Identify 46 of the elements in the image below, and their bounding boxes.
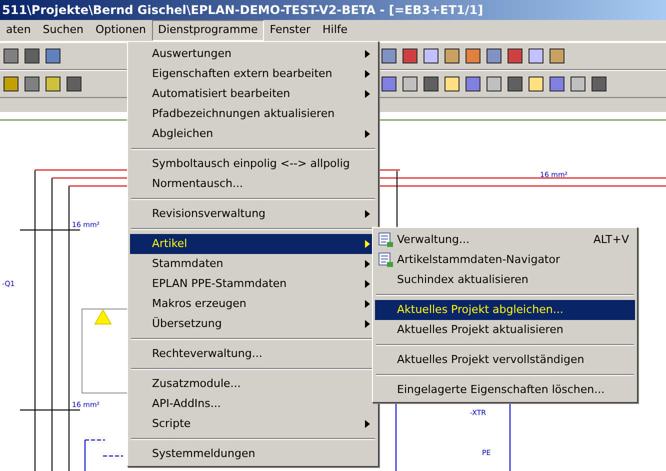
- menu-item[interactable]: API-AddIns...: [130, 394, 376, 414]
- menu-item[interactable]: Systemmeldungen: [130, 444, 376, 464]
- menu-bar-item[interactable]: Dienstprogramme: [152, 20, 264, 41]
- menu-bar-item[interactable]: Suchen: [36, 20, 90, 41]
- window-title: 511\Projekte\Bernd Gischel\EPLAN-DEMO-TEST-V2-BETA - [=EB3+ET1/1]: [0, 0, 666, 20]
- menu-item[interactable]: Rechteverwaltung...: [130, 344, 376, 364]
- menu-item[interactable]: Aktuelles Projekt vervollständigen: [375, 350, 635, 370]
- menu-item[interactable]: Auswertungen: [130, 44, 376, 64]
- menu-bar-item[interactable]: Hilfe: [316, 20, 354, 41]
- menu-item[interactable]: Scripte: [130, 414, 376, 434]
- warning-icon: [94, 309, 112, 324]
- menu-item[interactable]: Verwaltung... ALT+V: [375, 230, 635, 250]
- menu-item[interactable]: Suchindex aktualisieren: [375, 270, 635, 290]
- menu-item[interactable]: EPLAN PPE-Stammdaten: [130, 274, 376, 294]
- menu-item[interactable]: Aktuelles Projekt aktualisieren: [375, 320, 635, 340]
- menu-item[interactable]: Eingelagerte Eigenschaften löschen...: [375, 380, 635, 400]
- submenu-arrow-icon: [365, 90, 370, 98]
- list-icon: [378, 232, 394, 248]
- menu-item[interactable]: Übersetzung: [130, 314, 376, 334]
- submenu-arrow-icon: [365, 260, 370, 268]
- submenu-arrow-icon: [365, 50, 370, 58]
- menu-item[interactable]: Automatisiert bearbeiten: [130, 84, 376, 104]
- menu-item[interactable]: Symboltausch einpolig <--> allpolig: [130, 154, 376, 174]
- menu-item[interactable]: Normentausch...: [130, 174, 376, 194]
- submenu-arrow-icon: [365, 320, 370, 328]
- list-icon: [378, 252, 394, 268]
- submenu-arrow-icon: [365, 420, 370, 428]
- menu-item[interactable]: Eigenschaften extern bearbeiten: [130, 64, 376, 84]
- submenu-arrow-icon: [365, 130, 370, 138]
- menu-item[interactable]: Artikelstammdaten-Navigator: [375, 250, 635, 270]
- menu-bar-item[interactable]: Fenster: [264, 20, 317, 41]
- submenu-arrow-icon: [365, 210, 370, 218]
- submenu-arrow-icon: [365, 70, 370, 78]
- submenu-arrow-icon: [365, 280, 370, 288]
- menu-item[interactable]: Aktuelles Projekt abgleichen...: [375, 300, 635, 320]
- menu-item[interactable]: Pfadbezeichnungen aktualisieren: [130, 104, 376, 124]
- menu-item[interactable]: Makros erzeugen: [130, 294, 376, 314]
- menu-item[interactable]: Stammdaten: [130, 254, 376, 274]
- menu-item[interactable]: Revisionsverwaltung: [130, 204, 376, 224]
- menu-item[interactable]: Abgleichen: [130, 124, 376, 144]
- menu-item[interactable]: Zusatzmodule...: [130, 374, 376, 394]
- submenu-arrow-icon: [365, 240, 370, 248]
- submenu-arrow-icon: [365, 300, 370, 308]
- menu-bar-item[interactable]: aten: [0, 20, 37, 41]
- menu-bar-item[interactable]: Optionen: [90, 20, 152, 41]
- wire: [84, 440, 86, 471]
